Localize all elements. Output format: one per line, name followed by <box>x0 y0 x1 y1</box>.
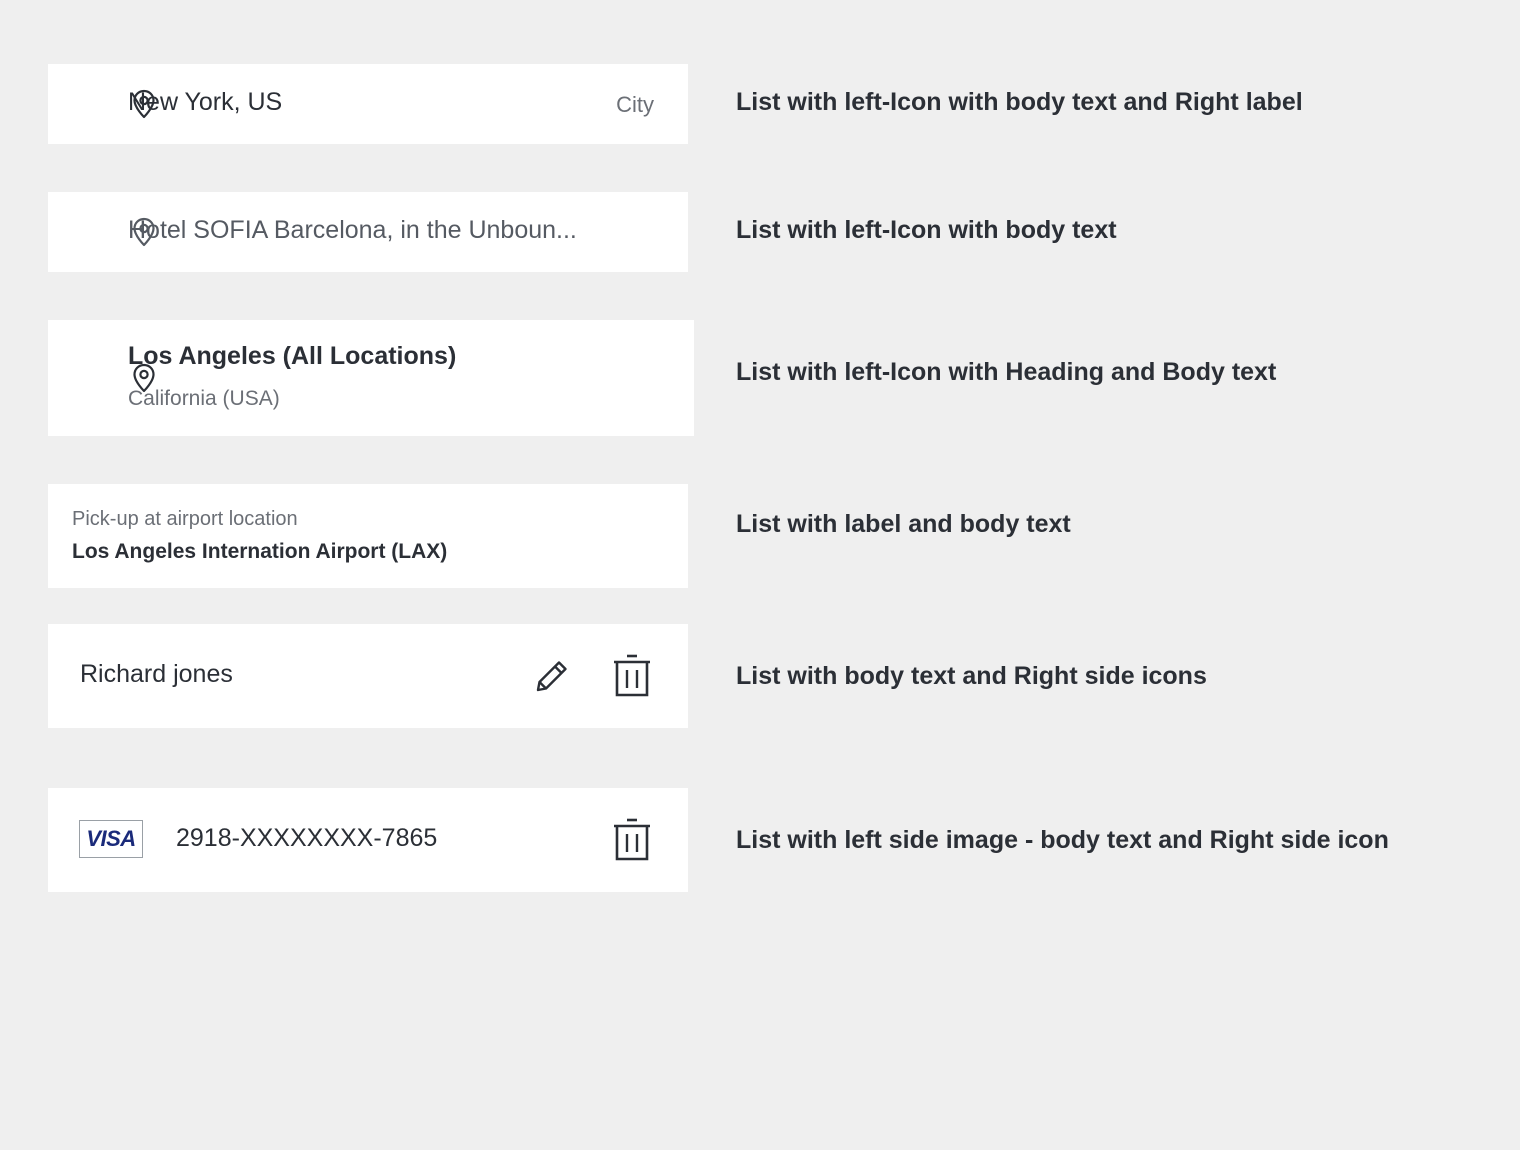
list-item-heading: Los Angeles (All Locations) <box>128 342 457 370</box>
list-item-left-icon-right-label[interactable]: New York, US City <box>48 64 688 144</box>
row-description: List with label and body text <box>736 510 1071 538</box>
list-item-body: New York, US <box>128 88 283 116</box>
list-item-label-body[interactable]: Pick-up at airport location Los Angeles … <box>48 484 688 588</box>
list-item-body: California (USA) <box>128 387 280 410</box>
row-description: List with body text and Right side icons <box>736 662 1207 690</box>
list-item-body-right-icons[interactable]: Richard jones <box>48 624 688 728</box>
pencil-icon[interactable] <box>532 656 572 696</box>
list-item-image-body-right-icon[interactable]: 2918-XXXXXXXX-7865 <box>48 788 688 892</box>
list-item-label: Pick-up at airport location <box>72 508 298 530</box>
list-item-left-icon-body[interactable]: Hotel SOFIA Barcelona, in the Unboun... <box>48 192 688 272</box>
list-item-body: Hotel SOFIA Barcelona, in the Unboun... <box>128 216 577 244</box>
row-description: List with left side image - body text an… <box>736 826 1389 854</box>
row-description: List with left-Icon with body text <box>736 216 1117 244</box>
list-item-left-icon-heading-body[interactable]: Los Angeles (All Locations) California (… <box>48 320 694 436</box>
card-number: 2918-XXXXXXXX-7865 <box>176 824 438 852</box>
trash-icon[interactable] <box>612 654 652 698</box>
visa-card-image: VISA <box>79 820 143 858</box>
list-item-body: Los Angeles Internation Airport (LAX) <box>72 540 448 563</box>
list-item-right-label: City <box>616 92 654 117</box>
trash-icon[interactable] <box>612 818 652 862</box>
row-description: List with left-Icon with body text and R… <box>736 88 1303 116</box>
list-item-body: Richard jones <box>80 660 233 688</box>
row-description: List with left-Icon with Heading and Bod… <box>736 358 1277 386</box>
